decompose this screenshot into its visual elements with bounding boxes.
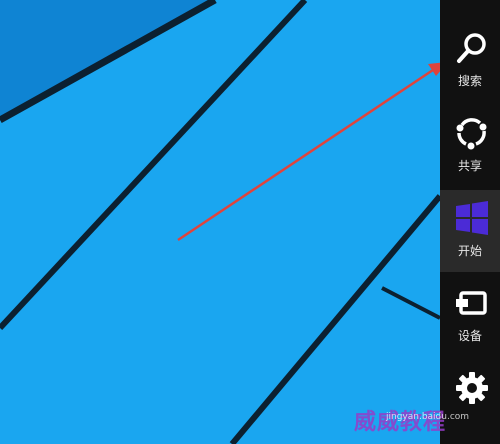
devices-icon: [454, 285, 490, 321]
desktop-wallpaper-lines: [0, 0, 440, 444]
desktop-background: [0, 0, 440, 444]
charm-devices[interactable]: 设备: [440, 275, 500, 357]
charms-bar: 搜索 共享 开始 设备: [440, 0, 500, 444]
charm-settings[interactable]: [440, 360, 500, 442]
charm-share-label: 共享: [457, 159, 482, 173]
charm-devices-label: 设备: [457, 329, 482, 343]
share-icon: [454, 115, 490, 151]
charm-start[interactable]: 开始: [440, 190, 500, 272]
charm-search-label: 搜索: [457, 74, 482, 88]
windows-logo-icon: [454, 200, 490, 236]
charm-search[interactable]: 搜索: [440, 20, 500, 102]
charm-start-label: 开始: [457, 244, 482, 258]
search-icon: [454, 30, 490, 66]
settings-icon: [454, 370, 490, 406]
charm-share[interactable]: 共享: [440, 105, 500, 187]
